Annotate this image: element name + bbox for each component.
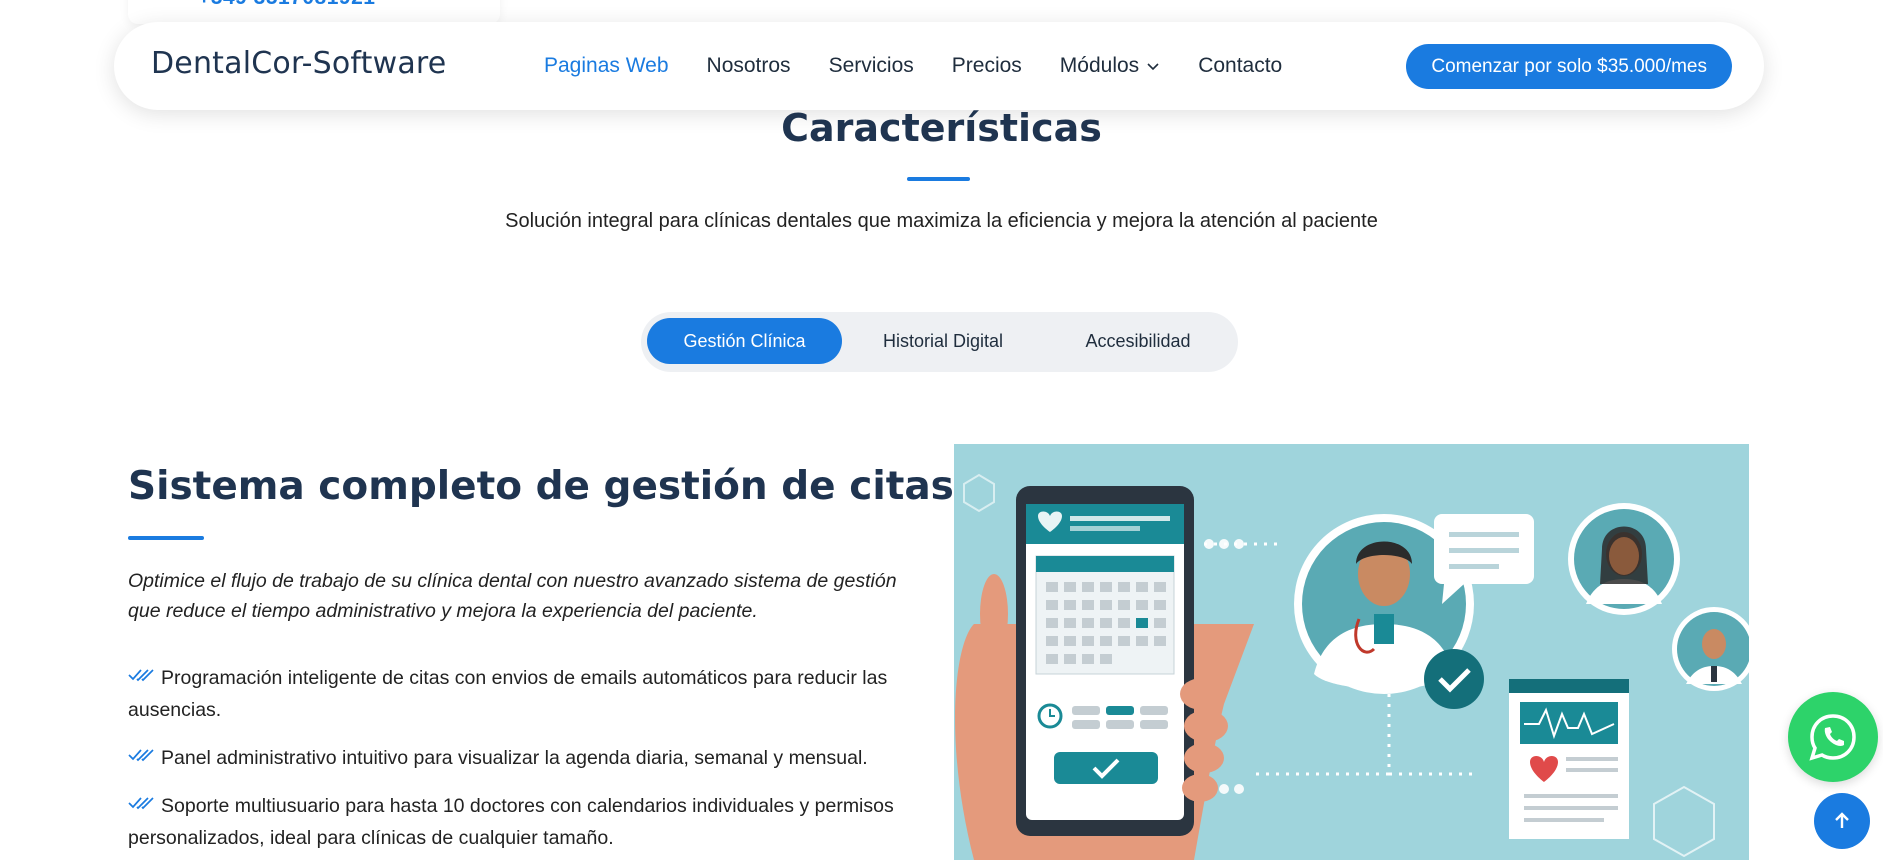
list-item-text: Panel administrativo intuitivo para visu… (161, 747, 868, 769)
list-item: Programación inteligente de citas con en… (128, 662, 928, 726)
whatsapp-icon (1809, 714, 1856, 761)
nav-nosotros[interactable]: Nosotros (707, 54, 791, 78)
nav-label: Servicios (828, 54, 914, 77)
whatsapp-button[interactable] (1788, 692, 1878, 782)
list-item-text: Soporte multiusuario para hasta 10 docto… (128, 795, 894, 849)
feature-title: Sistema completo de gestión de citas (128, 464, 954, 509)
main-nav: Paginas Web Nosotros Servicios Precios M… (544, 22, 1320, 110)
cta-button[interactable]: Comenzar por solo $35.000/mes (1406, 44, 1732, 89)
nav-label: Nosotros (706, 54, 791, 77)
list-item: Soporte multiusuario para hasta 10 docto… (128, 790, 928, 854)
feature-description: Optimice el flujo de trabajo de su clíni… (128, 570, 897, 622)
nav-servicios[interactable]: Servicios (829, 54, 914, 78)
tab-gestion-clinica[interactable]: Gestión Clínica (647, 318, 842, 364)
title-underline (907, 177, 970, 181)
double-check-icon (128, 669, 154, 682)
top-contact-card: +549 3517081921 (128, 0, 500, 24)
nav-contacto[interactable]: Contacto (1198, 54, 1282, 78)
double-check-icon (128, 749, 154, 762)
contact-phone[interactable]: +549 3517081921 (198, 0, 375, 10)
nav-label: Contacto (1198, 54, 1283, 77)
nav-paginas-web[interactable]: Paginas Web (544, 54, 669, 78)
feature-list: Programación inteligente de citas con en… (128, 662, 928, 860)
brand-logo[interactable]: DentalCor-Software (151, 46, 446, 81)
double-check-icon (128, 797, 154, 810)
nav-precios[interactable]: Precios (952, 54, 1022, 78)
nav-modulos-dropdown[interactable]: Módulos (1060, 54, 1160, 78)
arrow-up-icon (1835, 812, 1849, 828)
feature-underline (128, 536, 204, 540)
chevron-down-icon (1147, 63, 1159, 71)
tab-accesibilidad[interactable]: Accesibilidad (1044, 318, 1232, 364)
navbar: DentalCor-Software Paginas Web Nosotros … (114, 22, 1764, 110)
section-title: Características (781, 106, 1102, 150)
appointment-app-illustration (954, 444, 1749, 860)
nav-label: Paginas Web (544, 54, 669, 77)
list-item: Panel administrativo intuitivo para visu… (128, 742, 928, 774)
nav-label: Módulos (1059, 54, 1140, 77)
scroll-to-top-button[interactable] (1814, 793, 1870, 849)
section-subtitle: Solución integral para clínicas dentales… (505, 210, 1378, 232)
tab-historial-digital[interactable]: Historial Digital (846, 318, 1040, 364)
feature-tabs: Gestión Clínica Historial Digital Accesi… (641, 312, 1238, 372)
nav-label: Precios (951, 54, 1022, 77)
list-item-text: Programación inteligente de citas con en… (128, 667, 888, 721)
